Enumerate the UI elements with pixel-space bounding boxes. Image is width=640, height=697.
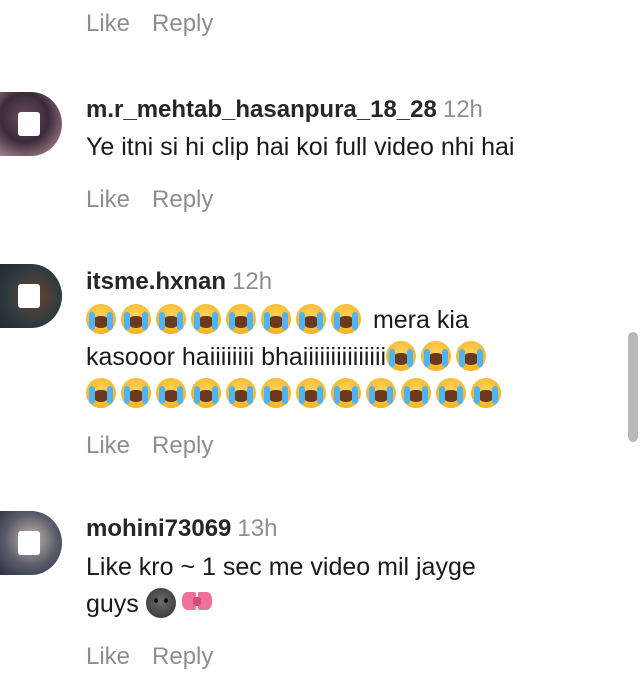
crying-face-icon xyxy=(386,341,417,371)
crying-face-icon xyxy=(226,304,256,334)
avatar[interactable] xyxy=(0,264,62,328)
avatar[interactable] xyxy=(0,92,62,156)
crying-face-icon xyxy=(456,341,487,371)
comment-header: mohini73069 13h xyxy=(86,515,277,543)
crying-face-icon xyxy=(366,378,396,408)
comment-actions: Like Reply xyxy=(86,186,213,214)
crying-face-icon xyxy=(401,378,431,408)
timestamp[interactable]: 13h xyxy=(237,515,277,542)
like-button[interactable]: Like xyxy=(86,432,130,460)
reply-button[interactable]: Reply xyxy=(152,10,213,38)
like-button[interactable]: Like xyxy=(86,10,130,38)
avatar-redaction xyxy=(18,284,40,308)
comment-text: mera kia kasooor haiiiiiiii bhaiiiiiiiii… xyxy=(86,302,606,413)
username-link[interactable]: mohini73069 xyxy=(86,515,231,542)
crying-face-icon xyxy=(121,378,151,408)
comment-text: Ye itni si hi clip hai koi full video nh… xyxy=(86,133,515,161)
crying-face-icon xyxy=(421,341,452,371)
comment-text-segment: guys xyxy=(86,590,139,618)
crying-face-icon xyxy=(471,378,501,408)
username-link[interactable]: itsme.hxnan xyxy=(86,268,226,295)
crying-face-icon xyxy=(296,304,326,334)
crying-face-icon xyxy=(156,378,186,408)
comment-text-segment: kasooor haiiiiiiii bhaiiiiiiiiiiiiiii xyxy=(86,343,387,371)
comment-header: m.r_mehtab_hasanpura_18_28 12h xyxy=(86,96,483,124)
avatar-redaction xyxy=(18,112,40,136)
crying-face-icon xyxy=(191,378,221,408)
comment-actions: Like Reply xyxy=(86,10,213,38)
reply-button[interactable]: Reply xyxy=(152,186,213,214)
reply-button[interactable]: Reply xyxy=(152,432,213,460)
comment-text-line-1: Like kro ~ 1 sec me video mil jayge xyxy=(86,553,476,581)
comment-text-line-2: kasooor haiiiiiiii bhaiiiiiiiiiiiiiii xyxy=(86,339,606,376)
scrollbar-thumb[interactable] xyxy=(628,332,638,442)
dark-face-icon xyxy=(145,588,176,618)
crying-face-icon xyxy=(86,304,116,334)
crying-face-icon xyxy=(261,304,291,334)
crying-face-icon xyxy=(436,378,466,408)
crying-face-icon xyxy=(261,378,291,408)
ribbon-icon xyxy=(180,588,214,618)
scrollbar[interactable] xyxy=(626,0,640,697)
crying-face-icon xyxy=(226,378,256,408)
timestamp[interactable]: 12h xyxy=(232,268,272,295)
crying-face-icon xyxy=(191,304,221,334)
comment-text-line-3 xyxy=(86,376,606,413)
comment-actions: Like Reply xyxy=(86,643,213,671)
crying-face-icon xyxy=(296,378,326,408)
crying-face-icon xyxy=(156,304,186,334)
timestamp[interactable]: 12h xyxy=(443,96,483,123)
crying-face-icon xyxy=(331,378,361,408)
comment-text: Like kro ~ 1 sec me video mil jayge guys xyxy=(86,549,606,623)
comment-text-line-1: mera kia xyxy=(86,302,606,339)
comment-text-segment: mera kia xyxy=(372,306,469,334)
username-link[interactable]: m.r_mehtab_hasanpura_18_28 xyxy=(86,96,437,123)
crying-face-icon xyxy=(121,304,151,334)
reply-button[interactable]: Reply xyxy=(152,643,213,671)
avatar[interactable] xyxy=(0,511,62,575)
comment-actions: Like Reply xyxy=(86,432,213,460)
like-button[interactable]: Like xyxy=(86,643,130,671)
crying-face-icon xyxy=(86,378,116,408)
like-button[interactable]: Like xyxy=(86,186,130,214)
comment-header: itsme.hxnan 12h xyxy=(86,268,272,296)
comments-feed: Like Reply m.r_mehtab_hasanpura_18_28 12h… xyxy=(0,0,625,697)
avatar-redaction xyxy=(18,531,40,555)
comment-text-line-2: guys xyxy=(86,586,606,623)
crying-face-icon xyxy=(331,304,361,334)
